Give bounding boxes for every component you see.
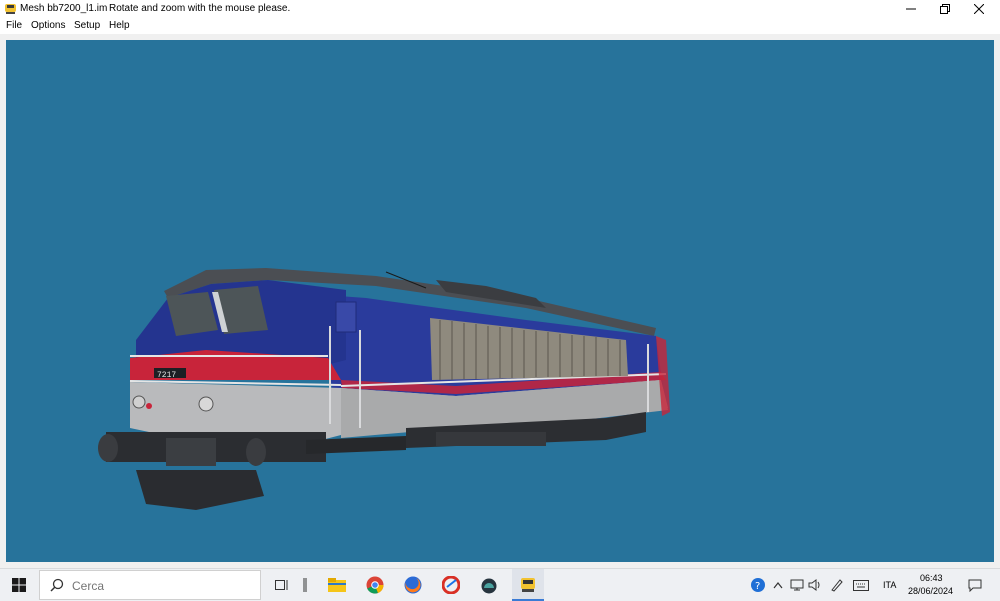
explorer-icon (328, 578, 346, 592)
locomotive-number: 7217 (157, 371, 176, 380)
taskbar-firefox[interactable] (398, 569, 428, 601)
title-bar[interactable]: Mesh bb7200_l1.im Rotate and zoom with t… (0, 0, 1000, 18)
search-input[interactable] (70, 576, 254, 596)
notifications-button[interactable] (962, 569, 988, 601)
touch-keyboard-button[interactable] (850, 569, 872, 601)
chrome-icon (366, 576, 384, 594)
minimize-button[interactable] (894, 0, 928, 18)
task-view-button[interactable] (270, 569, 294, 601)
close-button[interactable] (962, 0, 996, 18)
speaker-icon (808, 579, 820, 591)
restore-icon (940, 4, 950, 14)
taskbar-explorer[interactable] (322, 569, 352, 601)
locomotive-model: 7217 (98, 268, 670, 510)
chevron-up-icon (773, 582, 783, 589)
keyboard-icon (853, 579, 869, 591)
help-tray-button[interactable]: ? (748, 569, 768, 601)
network-icon (790, 579, 804, 591)
clock-time[interactable]: 06:43 (920, 573, 943, 583)
taskbar-chrome[interactable] (360, 569, 390, 601)
locomotive-icon (521, 578, 535, 592)
notification-icon (968, 579, 982, 592)
show-hidden-icons-button[interactable] (770, 569, 786, 601)
clock-date[interactable]: 28/06/2024 (908, 586, 953, 596)
start-button[interactable] (0, 569, 38, 601)
search-icon (50, 578, 64, 592)
app-icon (481, 578, 497, 594)
pen-workspace-icon (831, 579, 843, 592)
minimize-icon (906, 8, 916, 10)
window-title: Mesh bb7200_l1.im (20, 3, 108, 14)
windows-logo-icon (12, 578, 26, 592)
menu-file[interactable]: File (6, 20, 22, 31)
firefox-icon (404, 576, 422, 594)
menu-bar: File Options Setup Help (0, 18, 1000, 34)
network-button[interactable] (788, 569, 806, 601)
menu-setup[interactable]: Setup (74, 20, 100, 31)
pen-workspace-button[interactable] (828, 569, 846, 601)
svg-text:?: ? (755, 581, 760, 592)
window-subtitle: Rotate and zoom with the mouse please. (109, 3, 291, 14)
menu-options[interactable]: Options (31, 20, 65, 31)
task-view-icon (275, 580, 288, 590)
ccleaner-icon (442, 576, 460, 594)
menu-help[interactable]: Help (109, 20, 130, 31)
restore-button[interactable] (928, 0, 962, 18)
input-language[interactable]: ITA (883, 580, 896, 590)
3d-viewport[interactable]: 7217 (6, 40, 994, 562)
pen-icon (303, 578, 307, 592)
close-icon (974, 4, 984, 14)
taskbar-app[interactable] (474, 569, 504, 601)
taskbar: ? ITA 06:43 28/06/2024 (0, 568, 1000, 601)
search-box[interactable] (39, 570, 261, 600)
help-icon: ? (751, 578, 765, 592)
pen-tool-button[interactable] (298, 569, 312, 601)
locomotive-icon (5, 4, 16, 14)
taskbar-ccleaner[interactable] (436, 569, 466, 601)
taskbar-mesh-viewer[interactable] (512, 569, 544, 601)
volume-button[interactable] (806, 569, 824, 601)
